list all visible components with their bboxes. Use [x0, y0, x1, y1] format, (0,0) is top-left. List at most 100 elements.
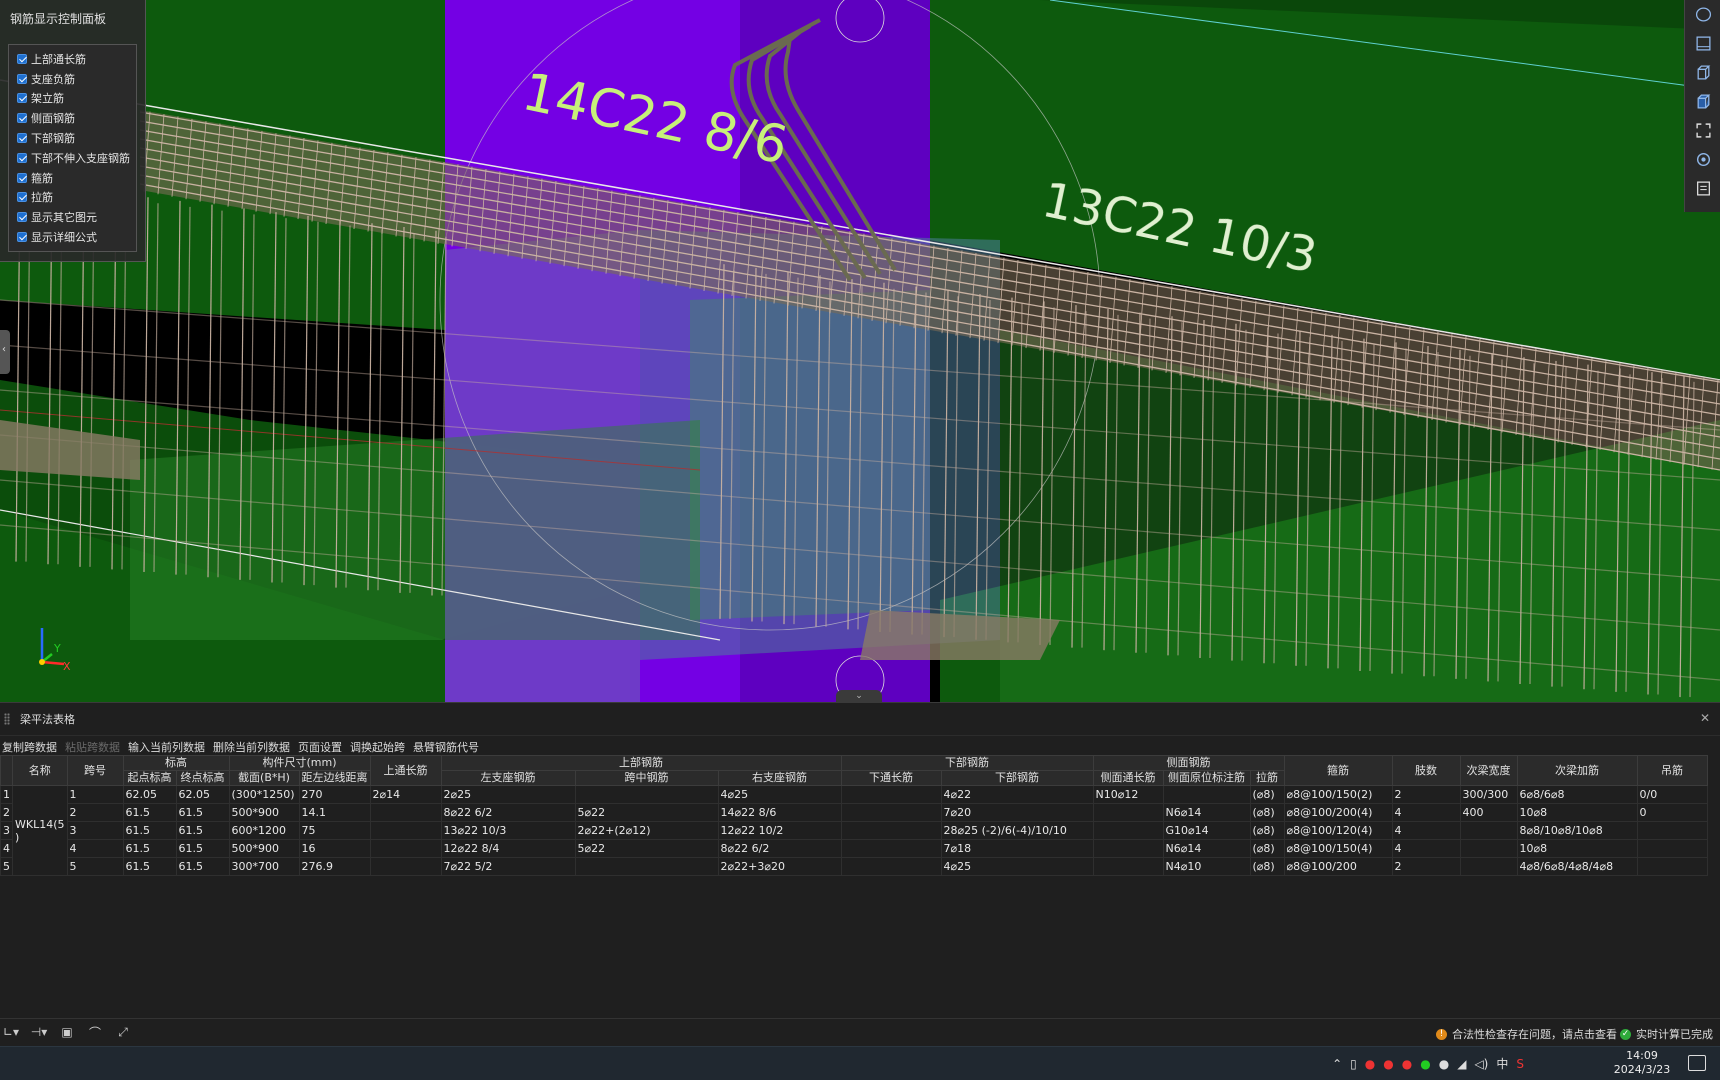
- cell-mid[interactable]: [574, 785, 719, 804]
- cell-side_through[interactable]: [1092, 821, 1164, 840]
- cell-side_through[interactable]: N10⌀12: [1092, 785, 1164, 804]
- view-box-icon[interactable]: [1685, 87, 1720, 116]
- cell-start[interactable]: 61.5: [122, 821, 177, 840]
- notification-icon[interactable]: [1688, 1055, 1706, 1071]
- display-option-7[interactable]: 拉筋: [9, 188, 136, 208]
- cell-bot[interactable]: 28⌀25 (-2)/6(-4)/10/10: [940, 821, 1094, 840]
- cell-span[interactable]: 4: [66, 839, 124, 858]
- cell-left[interactable]: 13⌀22 10/3: [440, 821, 576, 840]
- cell-sec_w[interactable]: 400: [1459, 803, 1518, 822]
- close-icon[interactable]: ✕: [1700, 711, 1710, 725]
- cell-end[interactable]: 61.5: [175, 839, 230, 858]
- cell-tie[interactable]: (⌀8): [1249, 803, 1285, 822]
- cell-bot[interactable]: 7⌀20: [940, 803, 1094, 822]
- orbit-icon[interactable]: [1685, 0, 1720, 29]
- cell-edge[interactable]: 14.1: [298, 803, 371, 822]
- checkbox[interactable]: [17, 53, 27, 64]
- 3d-viewport[interactable]: 14C22 8/6 13C22 10/3 钢筋显示控制面板 上部通长筋 支座负筋架…: [0, 0, 1720, 702]
- cell-section[interactable]: (300*1250): [228, 785, 300, 804]
- cell-mid[interactable]: [574, 857, 719, 876]
- cell-right[interactable]: 14⌀22 8/6: [717, 803, 842, 822]
- report-icon[interactable]: [1685, 174, 1720, 203]
- cell-stirrup[interactable]: ⌀8@100/200: [1283, 857, 1393, 876]
- display-option-8[interactable]: 显示其它图元: [9, 207, 136, 227]
- cell-bot[interactable]: 7⌀18: [940, 839, 1094, 858]
- table-row[interactable]: 3 3 61.5 61.5 600*1200 75 13⌀22 10/3 2⌀22+(2⌀12…: [0, 821, 1708, 840]
- cell-side_orig[interactable]: N6⌀14: [1162, 803, 1251, 822]
- cell-mid[interactable]: 5⌀22: [574, 803, 719, 822]
- curve-icon[interactable]: ⌒: [84, 1022, 106, 1042]
- checkbox[interactable]: [17, 212, 27, 223]
- checkbox[interactable]: [17, 192, 27, 203]
- table-row[interactable]: 2 2 61.5 61.5 500*900 14.1 8⌀22 6/2 5⌀22 14⌀22 8…: [0, 803, 1708, 822]
- qq-icon-3[interactable]: ●: [1402, 1057, 1412, 1071]
- cell-bot_through[interactable]: [840, 839, 942, 858]
- cell-edge[interactable]: 276.9: [298, 857, 371, 876]
- select-icon[interactable]: ▣: [56, 1022, 78, 1042]
- checkbox[interactable]: [17, 133, 27, 144]
- chevron-up-icon[interactable]: ⌃: [1332, 1057, 1342, 1071]
- qq-icon[interactable]: ●: [1365, 1057, 1375, 1071]
- toolbar-button-3[interactable]: 删除当前列数据: [213, 739, 290, 755]
- cell-mid[interactable]: 2⌀22+(2⌀12): [574, 821, 719, 840]
- cell-start[interactable]: 62.05: [122, 785, 177, 804]
- checkbox[interactable]: [17, 152, 27, 163]
- checkbox[interactable]: [17, 73, 27, 84]
- cell-start[interactable]: 61.5: [122, 839, 177, 858]
- fit-screen-icon[interactable]: [1685, 116, 1720, 145]
- volume-icon[interactable]: ◁): [1474, 1057, 1488, 1071]
- toolbar-button-6[interactable]: 悬臂钢筋代号: [413, 739, 479, 755]
- cell-span[interactable]: 5: [66, 857, 124, 876]
- cell-mid[interactable]: 5⌀22: [574, 839, 719, 858]
- cell-sec_w[interactable]: [1459, 857, 1518, 876]
- cell-section[interactable]: 300*700: [228, 857, 300, 876]
- cell-right[interactable]: 2⌀22+3⌀20: [717, 857, 842, 876]
- validation-warning[interactable]: ! 合法性检查存在问题，请点击查看: [1436, 1026, 1617, 1042]
- cell-sec_add[interactable]: 6⌀8/6⌀8: [1516, 785, 1638, 804]
- cell-bot[interactable]: 4⌀22: [940, 785, 1094, 804]
- settings-cube-icon[interactable]: [1685, 145, 1720, 174]
- display-option-0[interactable]: 上部通长筋: [9, 49, 136, 69]
- cell-stirrup[interactable]: ⌀8@100/150(2): [1283, 785, 1393, 804]
- cell-bot_through[interactable]: [840, 785, 942, 804]
- cell-side_through[interactable]: [1092, 857, 1164, 876]
- cell-sec_add[interactable]: 10⌀8: [1516, 839, 1638, 858]
- cell-legs[interactable]: 2: [1391, 785, 1461, 804]
- toolbar-button-0[interactable]: 复制跨数据: [2, 739, 57, 755]
- display-option-2[interactable]: 架立筋: [9, 89, 136, 109]
- cell-bot_through[interactable]: [840, 803, 942, 822]
- cell-side_through[interactable]: [1092, 839, 1164, 858]
- cell-end[interactable]: 62.05: [175, 785, 230, 804]
- wechat-icon[interactable]: ●: [1420, 1057, 1430, 1071]
- cell-right[interactable]: 8⌀22 6/2: [717, 839, 842, 858]
- table-row[interactable]: 4 4 61.5 61.5 500*900 16 12⌀22 8/4 5⌀22 8⌀22 6/2…: [0, 839, 1708, 858]
- cell-side_orig[interactable]: N4⌀10: [1162, 857, 1251, 876]
- checkbox[interactable]: [17, 172, 27, 183]
- cell-start[interactable]: 61.5: [122, 857, 177, 876]
- cell-sec_w[interactable]: 300/300: [1459, 785, 1518, 804]
- display-option-1[interactable]: 支座负筋: [9, 69, 136, 89]
- cell-section[interactable]: 500*900: [228, 839, 300, 858]
- cell-section[interactable]: 500*900: [228, 803, 300, 822]
- wechat-icon-2[interactable]: ●: [1439, 1057, 1449, 1071]
- cell-sec_add[interactable]: 8⌀8/10⌀8/10⌀8: [1516, 821, 1638, 840]
- cell-right[interactable]: 12⌀22 10/2: [717, 821, 842, 840]
- display-option-4[interactable]: 下部钢筋: [9, 128, 136, 148]
- cell-side_orig[interactable]: [1162, 785, 1251, 804]
- cell-right[interactable]: 4⌀25: [717, 785, 842, 804]
- toolbar-button-2[interactable]: 输入当前列数据: [128, 739, 205, 755]
- snap-point-icon[interactable]: ⊣▾: [28, 1022, 50, 1042]
- cell-start[interactable]: 61.5: [122, 803, 177, 822]
- checkbox[interactable]: [17, 232, 27, 243]
- cell-bot_through[interactable]: [840, 821, 942, 840]
- sogou-icon[interactable]: S: [1516, 1057, 1524, 1071]
- warning-text[interactable]: 合法性检查存在问题，请点击查看: [1452, 1026, 1617, 1042]
- cell-left[interactable]: 8⌀22 6/2: [440, 803, 576, 822]
- cell-side_orig[interactable]: G10⌀14: [1162, 821, 1251, 840]
- cell-legs[interactable]: 2: [1391, 857, 1461, 876]
- rebar-scene[interactable]: 14C22 8/6 13C22 10/3: [0, 0, 1720, 702]
- expand-icon[interactable]: ⤢: [112, 1022, 134, 1042]
- cell-legs[interactable]: 4: [1391, 821, 1461, 840]
- cell-sec_w[interactable]: [1459, 839, 1518, 858]
- view-top-icon[interactable]: [1685, 29, 1720, 58]
